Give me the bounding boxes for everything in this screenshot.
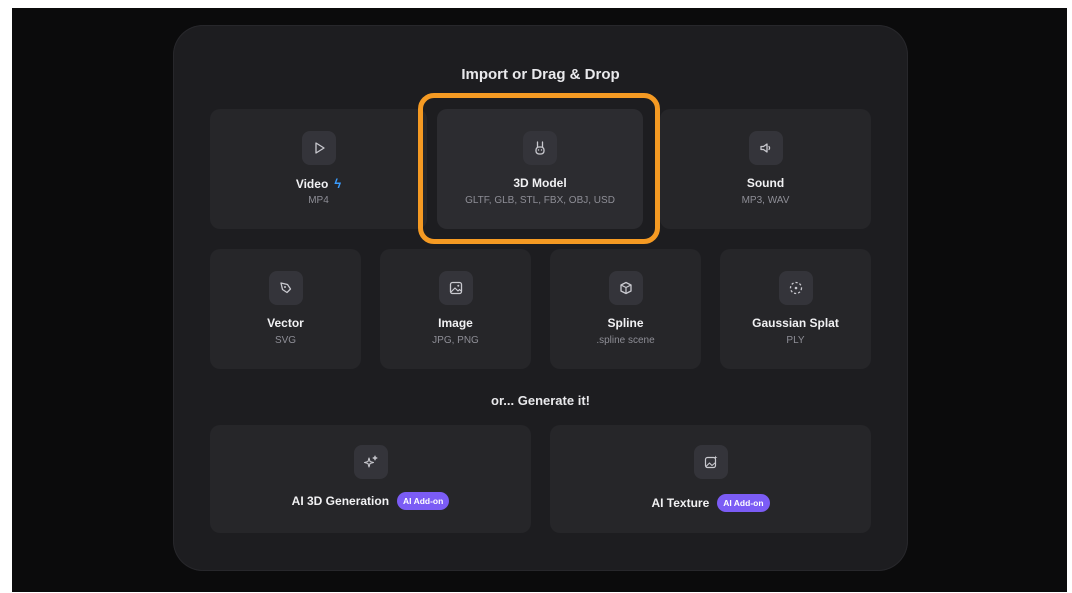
lightning-icon: ϟ [334, 176, 342, 191]
import-heading: Import or Drag & Drop [461, 66, 620, 83]
spline-formats: .spline scene [596, 335, 655, 346]
image-card[interactable]: Image JPG, PNG [380, 249, 531, 369]
vector-title: Vector [267, 316, 304, 330]
image-title: Image [438, 316, 473, 330]
ai-addon-badge: AI Add-on [717, 494, 770, 512]
vector-card[interactable]: Vector SVG [210, 249, 361, 369]
image-formats: JPG, PNG [432, 335, 479, 346]
play-icon [301, 131, 336, 165]
sound-formats: MP3, WAV [741, 195, 790, 206]
spline-title: Spline [607, 316, 644, 330]
image-sparkle-icon [693, 445, 728, 479]
video-card[interactable]: Video ϟ MP4 [210, 109, 427, 229]
video-formats: MP4 [308, 195, 329, 206]
ai-addon-badge: AI Add-on [397, 492, 450, 510]
splat-icon [778, 271, 813, 305]
pen-tool-icon [268, 271, 303, 305]
vector-formats: SVG [274, 335, 297, 346]
video-title: Video ϟ [295, 176, 342, 191]
3d-model-title: 3D Model [513, 176, 567, 190]
sparkles-icon [353, 445, 388, 479]
image-icon [438, 271, 473, 305]
generate-heading: or... Generate it! [491, 393, 590, 408]
gaussian-splat-title: Gaussian Splat [752, 316, 839, 330]
gaussian-splat-card[interactable]: Gaussian Splat PLY [720, 249, 871, 369]
ai-3d-generation-card[interactable]: AI 3D Generation AI Add-on [210, 425, 531, 533]
cube-icon [608, 271, 643, 305]
spline-card[interactable]: Spline .spline scene [550, 249, 701, 369]
sound-title: Sound [746, 176, 785, 190]
rabbit-icon [523, 131, 557, 165]
sound-card[interactable]: Sound MP3, WAV [660, 109, 871, 229]
ai-3d-generation-title: AI 3D Generation AI Add-on [210, 492, 531, 511]
gaussian-splat-formats: PLY [786, 335, 805, 346]
3d-model-card[interactable]: 3D Model GLTF, GLB, STL, FBX, OBJ, USD [437, 109, 643, 229]
ai-texture-title: AI Texture AI Add-on [550, 494, 871, 513]
speaker-icon [748, 131, 783, 165]
ai-texture-card[interactable]: AI Texture AI Add-on [550, 425, 871, 533]
3d-model-formats: GLTF, GLB, STL, FBX, OBJ, USD [465, 195, 615, 206]
import-dialog: Import or Drag & Drop Video ϟ MP4 3D Mode… [173, 25, 908, 571]
